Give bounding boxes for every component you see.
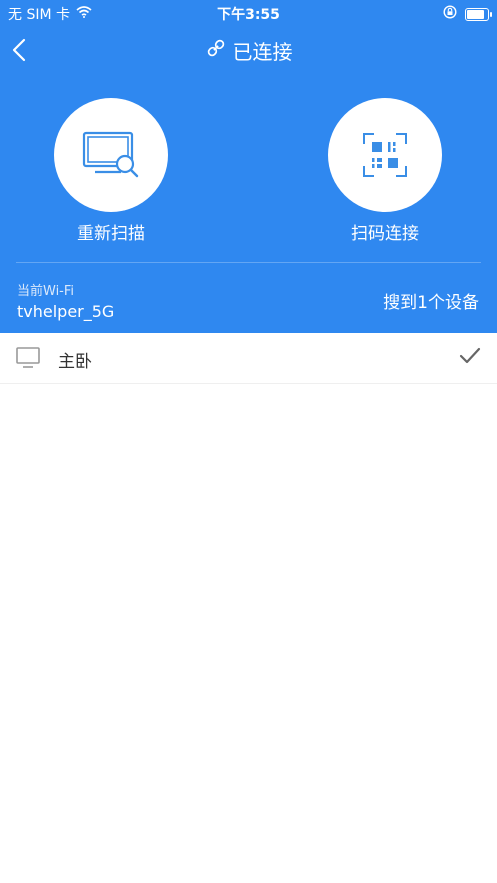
current-wifi-name: tvhelper_5G	[17, 302, 115, 321]
tv-icon	[16, 347, 40, 373]
rotation-lock-icon	[443, 5, 457, 23]
nav-bar: 已连接	[0, 30, 497, 70]
checkmark-icon	[459, 347, 481, 369]
header: 无 SIM 卡 下午3:55 已连接 重新扫描 扫码连接 当前Wi-Fi tvh…	[0, 0, 497, 333]
monitor-search-icon	[82, 131, 139, 178]
rescan-action: 重新扫描	[54, 98, 168, 244]
page-title: 已连接	[232, 40, 293, 64]
battery-icon	[465, 7, 492, 21]
device-list-item[interactable]: 主卧	[0, 333, 497, 384]
rescan-label: 重新扫描	[77, 224, 145, 244]
scan-code-label: 扫码连接	[351, 224, 419, 244]
qr-code-icon	[363, 133, 407, 177]
status-right	[443, 5, 492, 23]
device-count-text: 搜到1个设备	[383, 293, 479, 313]
header-divider	[16, 262, 481, 263]
link-icon	[205, 37, 227, 64]
device-name: 主卧	[58, 352, 92, 372]
rescan-button[interactable]	[54, 98, 168, 212]
scan-code-action: 扫码连接	[328, 98, 442, 244]
status-bar: 无 SIM 卡 下午3:55	[0, 0, 497, 26]
scan-code-button[interactable]	[328, 98, 442, 212]
nav-title-group: 已连接	[0, 36, 497, 65]
current-wifi-label: 当前Wi-Fi	[17, 284, 75, 299]
status-time: 下午3:55	[217, 7, 280, 23]
